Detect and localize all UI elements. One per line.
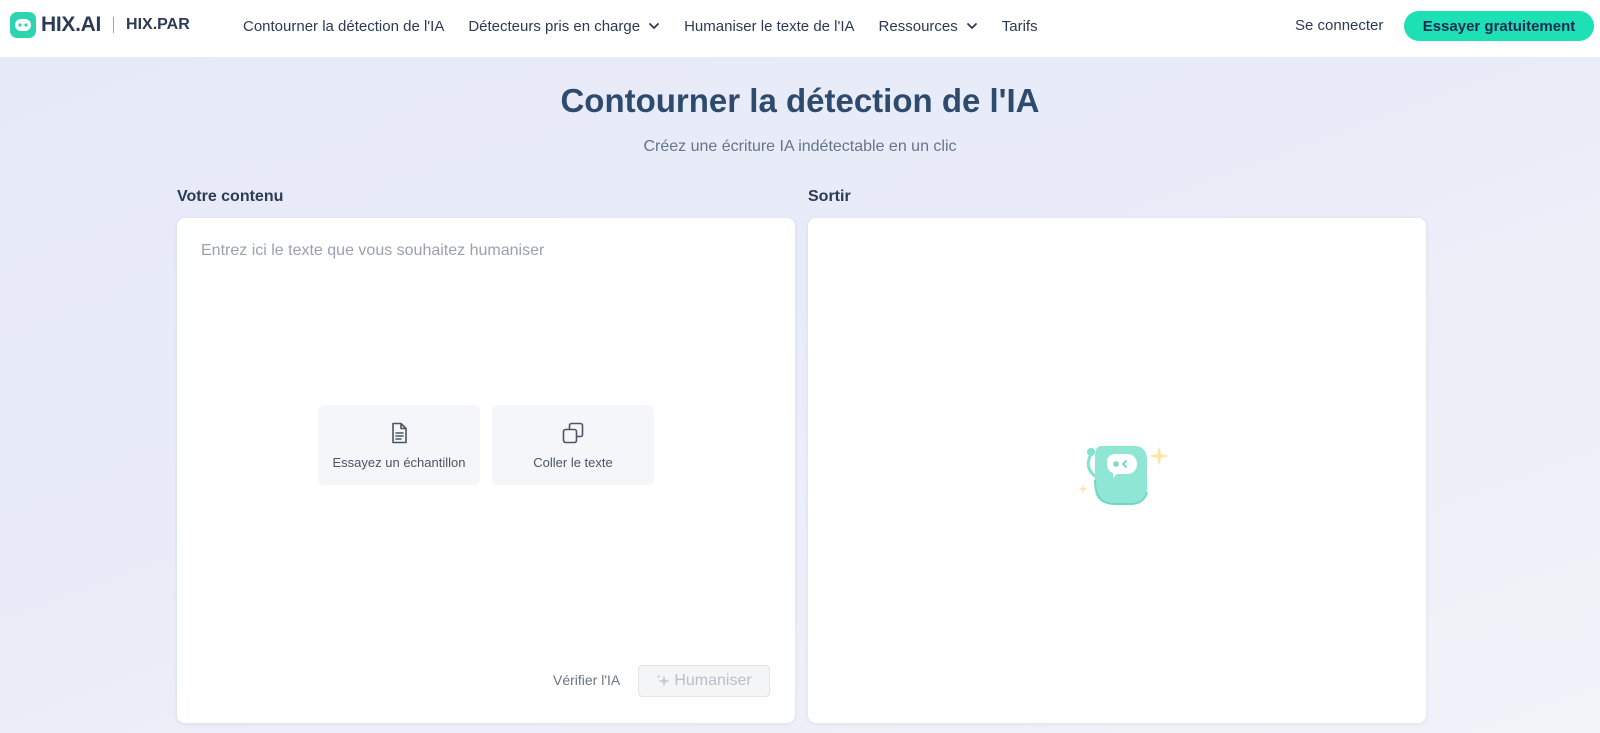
nav-item-label: Tarifs bbox=[1001, 17, 1038, 35]
nav-item-label: Contourner la détection de l'IA bbox=[243, 17, 445, 35]
nav-item-supported-detectors[interactable]: Détecteurs pris en charge bbox=[468, 18, 660, 35]
humanize-button[interactable]: Humaniser bbox=[638, 665, 770, 697]
signin-link[interactable]: Se connecter bbox=[1295, 17, 1383, 34]
document-icon bbox=[392, 422, 407, 444]
chevron-down-icon bbox=[649, 23, 659, 29]
brand-subname: HIX.PAR bbox=[126, 16, 190, 33]
main-nav: Contourner la détection de l'IA Détecteu… bbox=[243, 0, 1062, 52]
try-sample-button[interactable]: Essayez un échantillon bbox=[318, 405, 480, 485]
page-subtitle: Créez une écriture IA indétectable en un… bbox=[643, 138, 957, 155]
output-panel bbox=[808, 218, 1426, 723]
chat-bubble-logo-icon bbox=[10, 12, 36, 38]
input-panel-label: Votre contenu bbox=[177, 188, 284, 205]
page-title: Contourner la détection de l'IA bbox=[560, 82, 1040, 119]
nav-item-humanize-text[interactable]: Humaniser le texte de l'IA bbox=[684, 18, 854, 35]
output-panel-label: Sortir bbox=[808, 188, 851, 205]
paste-text-label: Coller le texte bbox=[533, 455, 613, 470]
nav-item-resources[interactable]: Ressources bbox=[879, 18, 978, 35]
nav-item-pricing[interactable]: Tarifs bbox=[1002, 18, 1038, 35]
nav-item-label: Détecteurs pris en charge bbox=[468, 17, 641, 35]
top-header: HIX.AI HIX.PAR Contourner la détection d… bbox=[0, 0, 1600, 58]
nav-item-label: Ressources bbox=[878, 17, 958, 35]
try-sample-label: Essayez un échantillon bbox=[332, 455, 466, 470]
brand-name: HIX.AI bbox=[41, 13, 102, 36]
brand-divider bbox=[113, 17, 115, 33]
chatbot-mascot-icon bbox=[1078, 446, 1169, 505]
brand-logo[interactable]: HIX.AI HIX.PAR bbox=[10, 12, 190, 38]
humanize-label: Humaniser bbox=[674, 672, 752, 689]
paste-text-button[interactable]: Coller le texte bbox=[492, 405, 654, 485]
nav-item-label: Humaniser le texte de l'IA bbox=[684, 17, 855, 35]
try-free-button[interactable]: Essayer gratuitement bbox=[1404, 11, 1594, 41]
sparkle-icon bbox=[656, 674, 671, 687]
input-panel: Essayez un échantillon Coller le texte V… bbox=[177, 218, 795, 723]
content-input[interactable] bbox=[201, 242, 771, 622]
chevron-down-icon bbox=[966, 23, 977, 29]
copy-icon bbox=[562, 422, 584, 444]
verify-ai-link[interactable]: Vérifier l'IA bbox=[553, 672, 620, 688]
nav-item-bypass-detection[interactable]: Contourner la détection de l'IA bbox=[243, 18, 444, 35]
